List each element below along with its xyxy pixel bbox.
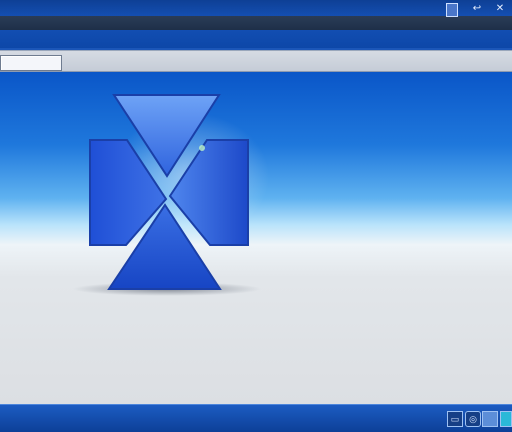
notification-icon[interactable] (500, 411, 512, 427)
settings-icon[interactable]: ◎ (465, 411, 481, 427)
logo-sparkle (199, 145, 205, 151)
close-icon[interactable]: ✕ (493, 2, 507, 16)
title-bar: ↩ ✕ (0, 0, 512, 48)
blue-x-logo (89, 94, 249, 290)
title-strip (0, 16, 512, 30)
back-arrow-icon[interactable]: ↩ (470, 2, 484, 16)
address-input[interactable] (0, 55, 62, 71)
restore-icon[interactable] (446, 3, 458, 17)
window-icon[interactable] (482, 411, 498, 427)
monitor-icon[interactable]: ▭ (447, 411, 463, 427)
content-area (0, 72, 512, 404)
app-window: ↩ ✕ ▭ ◎ (0, 0, 512, 432)
toolbar (0, 50, 512, 72)
taskbar: ▭ ◎ (0, 404, 512, 432)
